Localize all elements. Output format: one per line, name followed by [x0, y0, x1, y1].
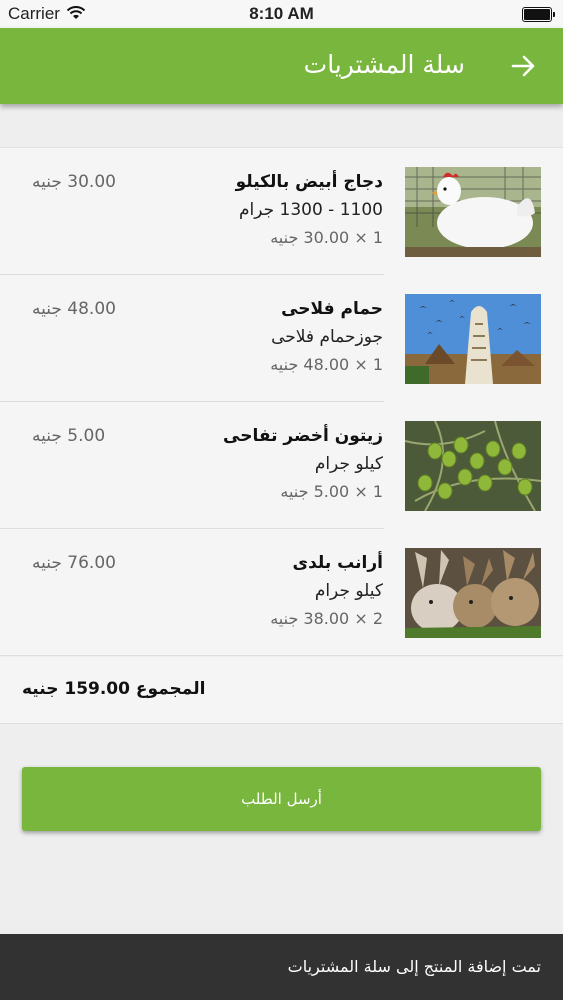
item-quantity: 1 × 48.00 جنيه: [270, 355, 383, 374]
app-header: سلة المشتريات: [0, 28, 563, 104]
item-description: كيلو جرام: [314, 581, 383, 601]
item-price: 5.00 جنيه: [32, 426, 106, 446]
send-order-label: أرسل الطلب: [241, 790, 322, 808]
item-price: 30.00 جنيه: [32, 172, 116, 192]
clock: 8:10 AM: [249, 4, 314, 23]
pigeon-tower-photo: [405, 294, 541, 384]
cart-item[interactable]: حمام فلاحى جوزحمام فلاحى 1 × 48.00 جنيه …: [0, 275, 563, 402]
snackbar: تمت إضافة المنتج إلى سلة المشتريات: [0, 934, 563, 1000]
item-quantity: 1 × 5.00 جنيه: [280, 482, 383, 501]
item-name: زيتون أخضر تفاحى: [223, 426, 383, 446]
item-name: دجاج أبيض بالكيلو: [235, 172, 383, 192]
item-name: حمام فلاحى: [281, 299, 383, 319]
status-bar: Carrier 8:10 AM: [0, 0, 563, 28]
send-order-button[interactable]: أرسل الطلب: [22, 767, 541, 831]
item-description: كيلو جرام: [314, 454, 383, 474]
cart-list: دجاج أبيض بالكيلو 1100 - 1300 جرام 1 × 3…: [0, 147, 563, 656]
cart-item[interactable]: أرانب بلدى كيلو جرام 2 × 38.00 جنيه 76.0…: [0, 529, 563, 656]
arrow-right-icon[interactable]: [511, 54, 537, 78]
cart-item[interactable]: زيتون أخضر تفاحى كيلو جرام 1 × 5.00 جنيه…: [0, 402, 563, 529]
item-price: 48.00 جنيه: [32, 299, 116, 319]
cart-item[interactable]: دجاج أبيض بالكيلو 1100 - 1300 جرام 1 × 3…: [0, 148, 563, 275]
snackbar-message: تمت إضافة المنتج إلى سلة المشتريات: [287, 957, 541, 976]
item-quantity: 2 × 38.00 جنيه: [270, 609, 383, 628]
green-olives-photo: [405, 421, 541, 511]
item-name: أرانب بلدى: [292, 553, 383, 573]
item-description: 1100 - 1300 جرام: [238, 200, 383, 220]
divider: [0, 655, 563, 656]
cart-total-row: المجموع 159.00 جنيه: [0, 657, 563, 724]
rabbits-photo: [405, 548, 541, 638]
cart-total: المجموع 159.00 جنيه: [22, 679, 206, 699]
white-chicken-photo: [405, 167, 541, 257]
page-title: سلة المشتريات: [303, 50, 465, 79]
item-description: جوزحمام فلاحى: [271, 327, 383, 347]
item-quantity: 1 × 30.00 جنيه: [270, 228, 383, 247]
battery-icon: [522, 7, 555, 22]
item-price: 76.00 جنيه: [32, 553, 116, 573]
